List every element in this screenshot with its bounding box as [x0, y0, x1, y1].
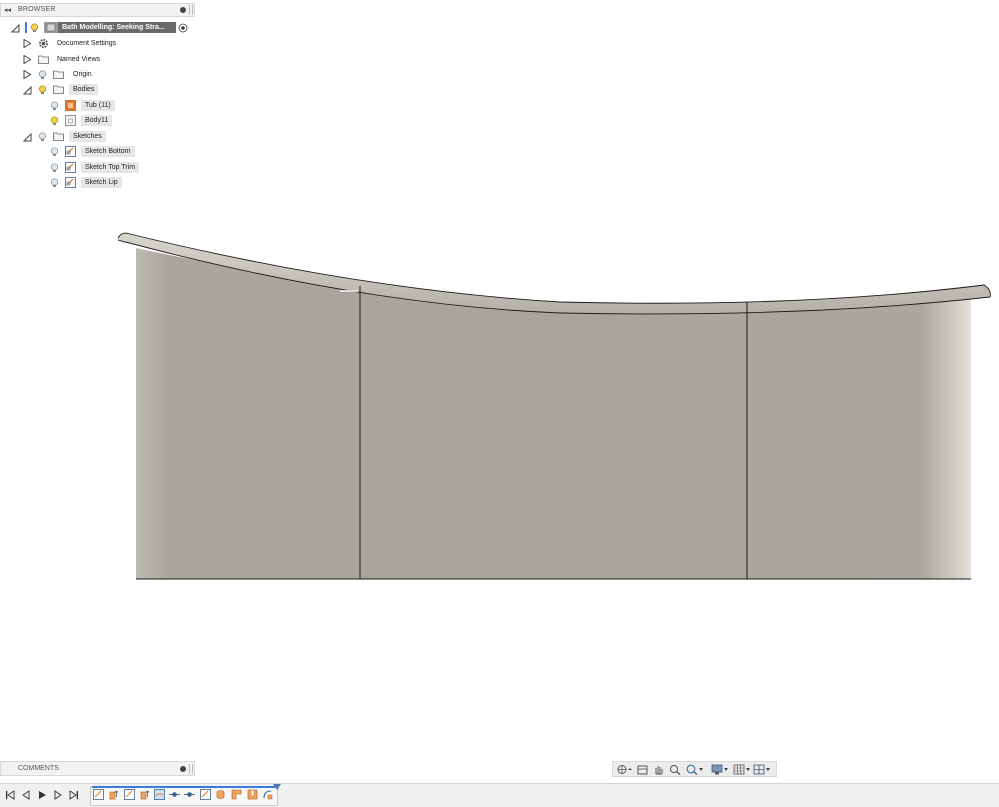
- comments-panel-header[interactable]: COMMENTS: [0, 761, 195, 776]
- timeline-feature-sketch-icon[interactable]: [93, 789, 104, 800]
- comments-title: COMMENTS: [18, 765, 59, 772]
- zoom-icon[interactable]: [669, 764, 681, 775]
- zoom-window-icon[interactable]: [686, 764, 704, 775]
- go-to-start-icon[interactable]: [5, 790, 15, 800]
- timeline-feature-sketch-icon[interactable]: [124, 789, 135, 800]
- lip-highlight: [340, 290, 358, 292]
- timeline-feature-extrude-icon[interactable]: [139, 789, 150, 800]
- panel-grip-icon[interactable]: [189, 764, 193, 774]
- look-at-icon[interactable]: [637, 764, 648, 775]
- timeline-feature-sweep-icon[interactable]: [262, 789, 273, 800]
- pin-icon[interactable]: [180, 766, 186, 772]
- timeline-selection-bar: [92, 786, 275, 788]
- grid-icon[interactable]: [733, 764, 751, 775]
- timeline-feature-fillet-icon[interactable]: [231, 789, 242, 800]
- timeline-feature-sketch-plane-icon[interactable]: [154, 789, 165, 800]
- timeline-feature-sketch-icon[interactable]: [200, 789, 211, 800]
- orbit-icon[interactable]: [616, 764, 634, 775]
- viewports-icon[interactable]: [753, 764, 771, 775]
- timeline-marker-icon[interactable]: [273, 784, 281, 792]
- step-forward-icon[interactable]: [53, 790, 63, 800]
- timeline-feature-shell-icon[interactable]: [247, 789, 258, 800]
- play-icon[interactable]: [37, 790, 47, 800]
- timeline-feature-extrude-icon[interactable]: [108, 789, 119, 800]
- viewport-canvas[interactable]: [0, 0, 999, 807]
- timeline-feature-joint-icon[interactable]: [184, 789, 195, 800]
- timeline-feature-joint-icon[interactable]: [169, 789, 180, 800]
- display-settings-icon[interactable]: [711, 764, 729, 775]
- pan-icon[interactable]: [653, 764, 664, 775]
- go-to-end-icon[interactable]: [69, 790, 79, 800]
- navigation-toolbar: [612, 761, 777, 777]
- timeline-feature-revolve-icon[interactable]: [215, 789, 226, 800]
- step-back-icon[interactable]: [21, 790, 31, 800]
